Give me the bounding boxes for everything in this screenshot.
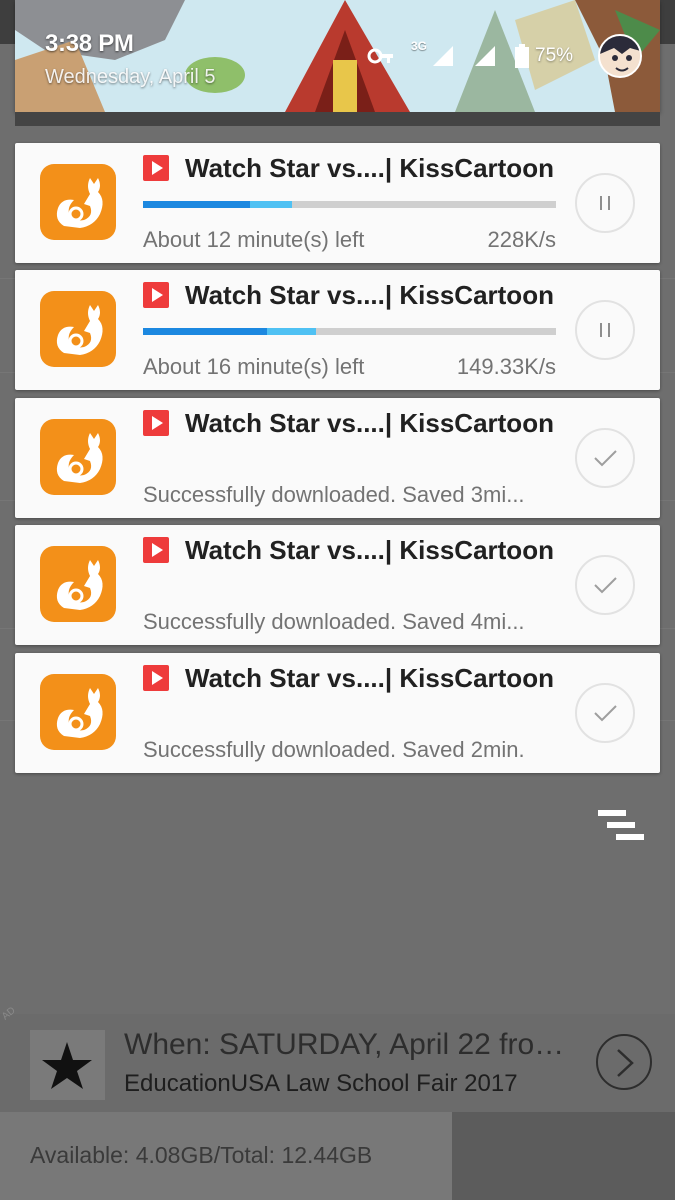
pause-icon — [600, 323, 610, 337]
download-title: Watch Star vs....| KissCartoon — [185, 535, 554, 565]
time-remaining: About 16 minute(s) left — [143, 354, 365, 379]
collapse-list-icon[interactable] — [598, 810, 644, 842]
download-speed: 228K/s — [487, 227, 557, 252]
signal-icon — [475, 46, 496, 66]
download-notification[interactable]: Watch Star vs....| KissCartoon Successfu… — [15, 525, 660, 645]
star-logo-icon — [30, 1030, 105, 1100]
download-complete-message: Successfully downloaded. Saved 3mi... — [143, 482, 525, 507]
battery-percent: 75% — [535, 45, 574, 66]
video-icon — [143, 537, 169, 563]
battery-icon — [515, 44, 530, 68]
ad-subtitle: EducationUSA Law School Fair 2017 — [124, 1070, 518, 1097]
chevron-right-icon — [617, 1049, 634, 1077]
storage-info: Available: 4.08GB/Total: 12.44GB — [30, 1142, 373, 1168]
uc-browser-squirrel-icon — [40, 419, 116, 495]
download-title: Watch Star vs....| KissCartoon — [185, 408, 554, 438]
download-notification[interactable]: Watch Star vs....| KissCartoon About 16 … — [15, 270, 660, 390]
open-file-button[interactable] — [575, 683, 635, 743]
uc-browser-squirrel-icon — [40, 164, 116, 240]
pause-icon — [600, 196, 610, 210]
download-complete-message: Successfully downloaded. Saved 4mi... — [143, 609, 525, 634]
video-icon — [143, 155, 169, 181]
progress-fill — [143, 201, 251, 208]
signal-icon — [433, 46, 454, 66]
download-speed: 149.33K/s — [456, 354, 556, 379]
ad-logo — [30, 1030, 105, 1100]
uc-browser-squirrel-icon — [40, 674, 116, 750]
date: Wednesday, April 5 — [45, 66, 216, 88]
download-notification[interactable]: Watch Star vs....| KissCartoon Successfu… — [15, 398, 660, 518]
status-icons: 3G 75% — [367, 36, 573, 76]
time-remaining: About 12 minute(s) left — [143, 227, 365, 252]
download-notification[interactable]: Watch Star vs....| KissCartoon About 12 … — [15, 143, 660, 263]
download-title: Watch Star vs....| KissCartoon — [185, 280, 554, 310]
header-shadow — [15, 112, 660, 126]
open-file-button[interactable] — [575, 555, 635, 615]
checkmark-icon — [594, 450, 617, 467]
download-title: Watch Star vs....| KissCartoon — [185, 153, 554, 183]
uc-browser-squirrel-icon — [40, 546, 116, 622]
checkmark-icon — [594, 577, 617, 594]
progress-fill — [143, 328, 267, 335]
storage-bar: Available: 4.08GB/Total: 12.44GB — [0, 1112, 675, 1200]
network-type: 3G — [411, 39, 428, 53]
video-icon — [143, 665, 169, 691]
download-title: Watch Star vs....| KissCartoon — [185, 663, 554, 693]
ad-title: When: SATURDAY, April 22 from... — [124, 1028, 574, 1061]
clock: 3:38 PM — [45, 30, 134, 57]
download-notification[interactable]: Watch Star vs....| KissCartoon Successfu… — [15, 653, 660, 773]
user-avatar[interactable] — [598, 34, 642, 78]
ad-open-button[interactable] — [596, 1034, 652, 1090]
pause-button[interactable] — [575, 300, 635, 360]
ad-label: AD — [0, 1005, 18, 1023]
pause-button[interactable] — [575, 173, 635, 233]
video-icon — [143, 282, 169, 308]
video-icon — [143, 410, 169, 436]
uc-browser-squirrel-icon — [40, 291, 116, 367]
ad-banner[interactable]: AD When: SATURDAY, April 22 from... Educ… — [0, 1005, 675, 1112]
open-file-button[interactable] — [575, 428, 635, 488]
checkmark-icon — [594, 705, 617, 722]
download-complete-message: Successfully downloaded. Saved 2min. — [143, 737, 525, 762]
download-progress-bar — [143, 201, 556, 208]
vpn-key-icon — [367, 48, 393, 64]
download-progress-bar — [143, 328, 556, 335]
notification-header: 3:38 PM Wednesday, April 5 3G 75% — [15, 0, 660, 112]
